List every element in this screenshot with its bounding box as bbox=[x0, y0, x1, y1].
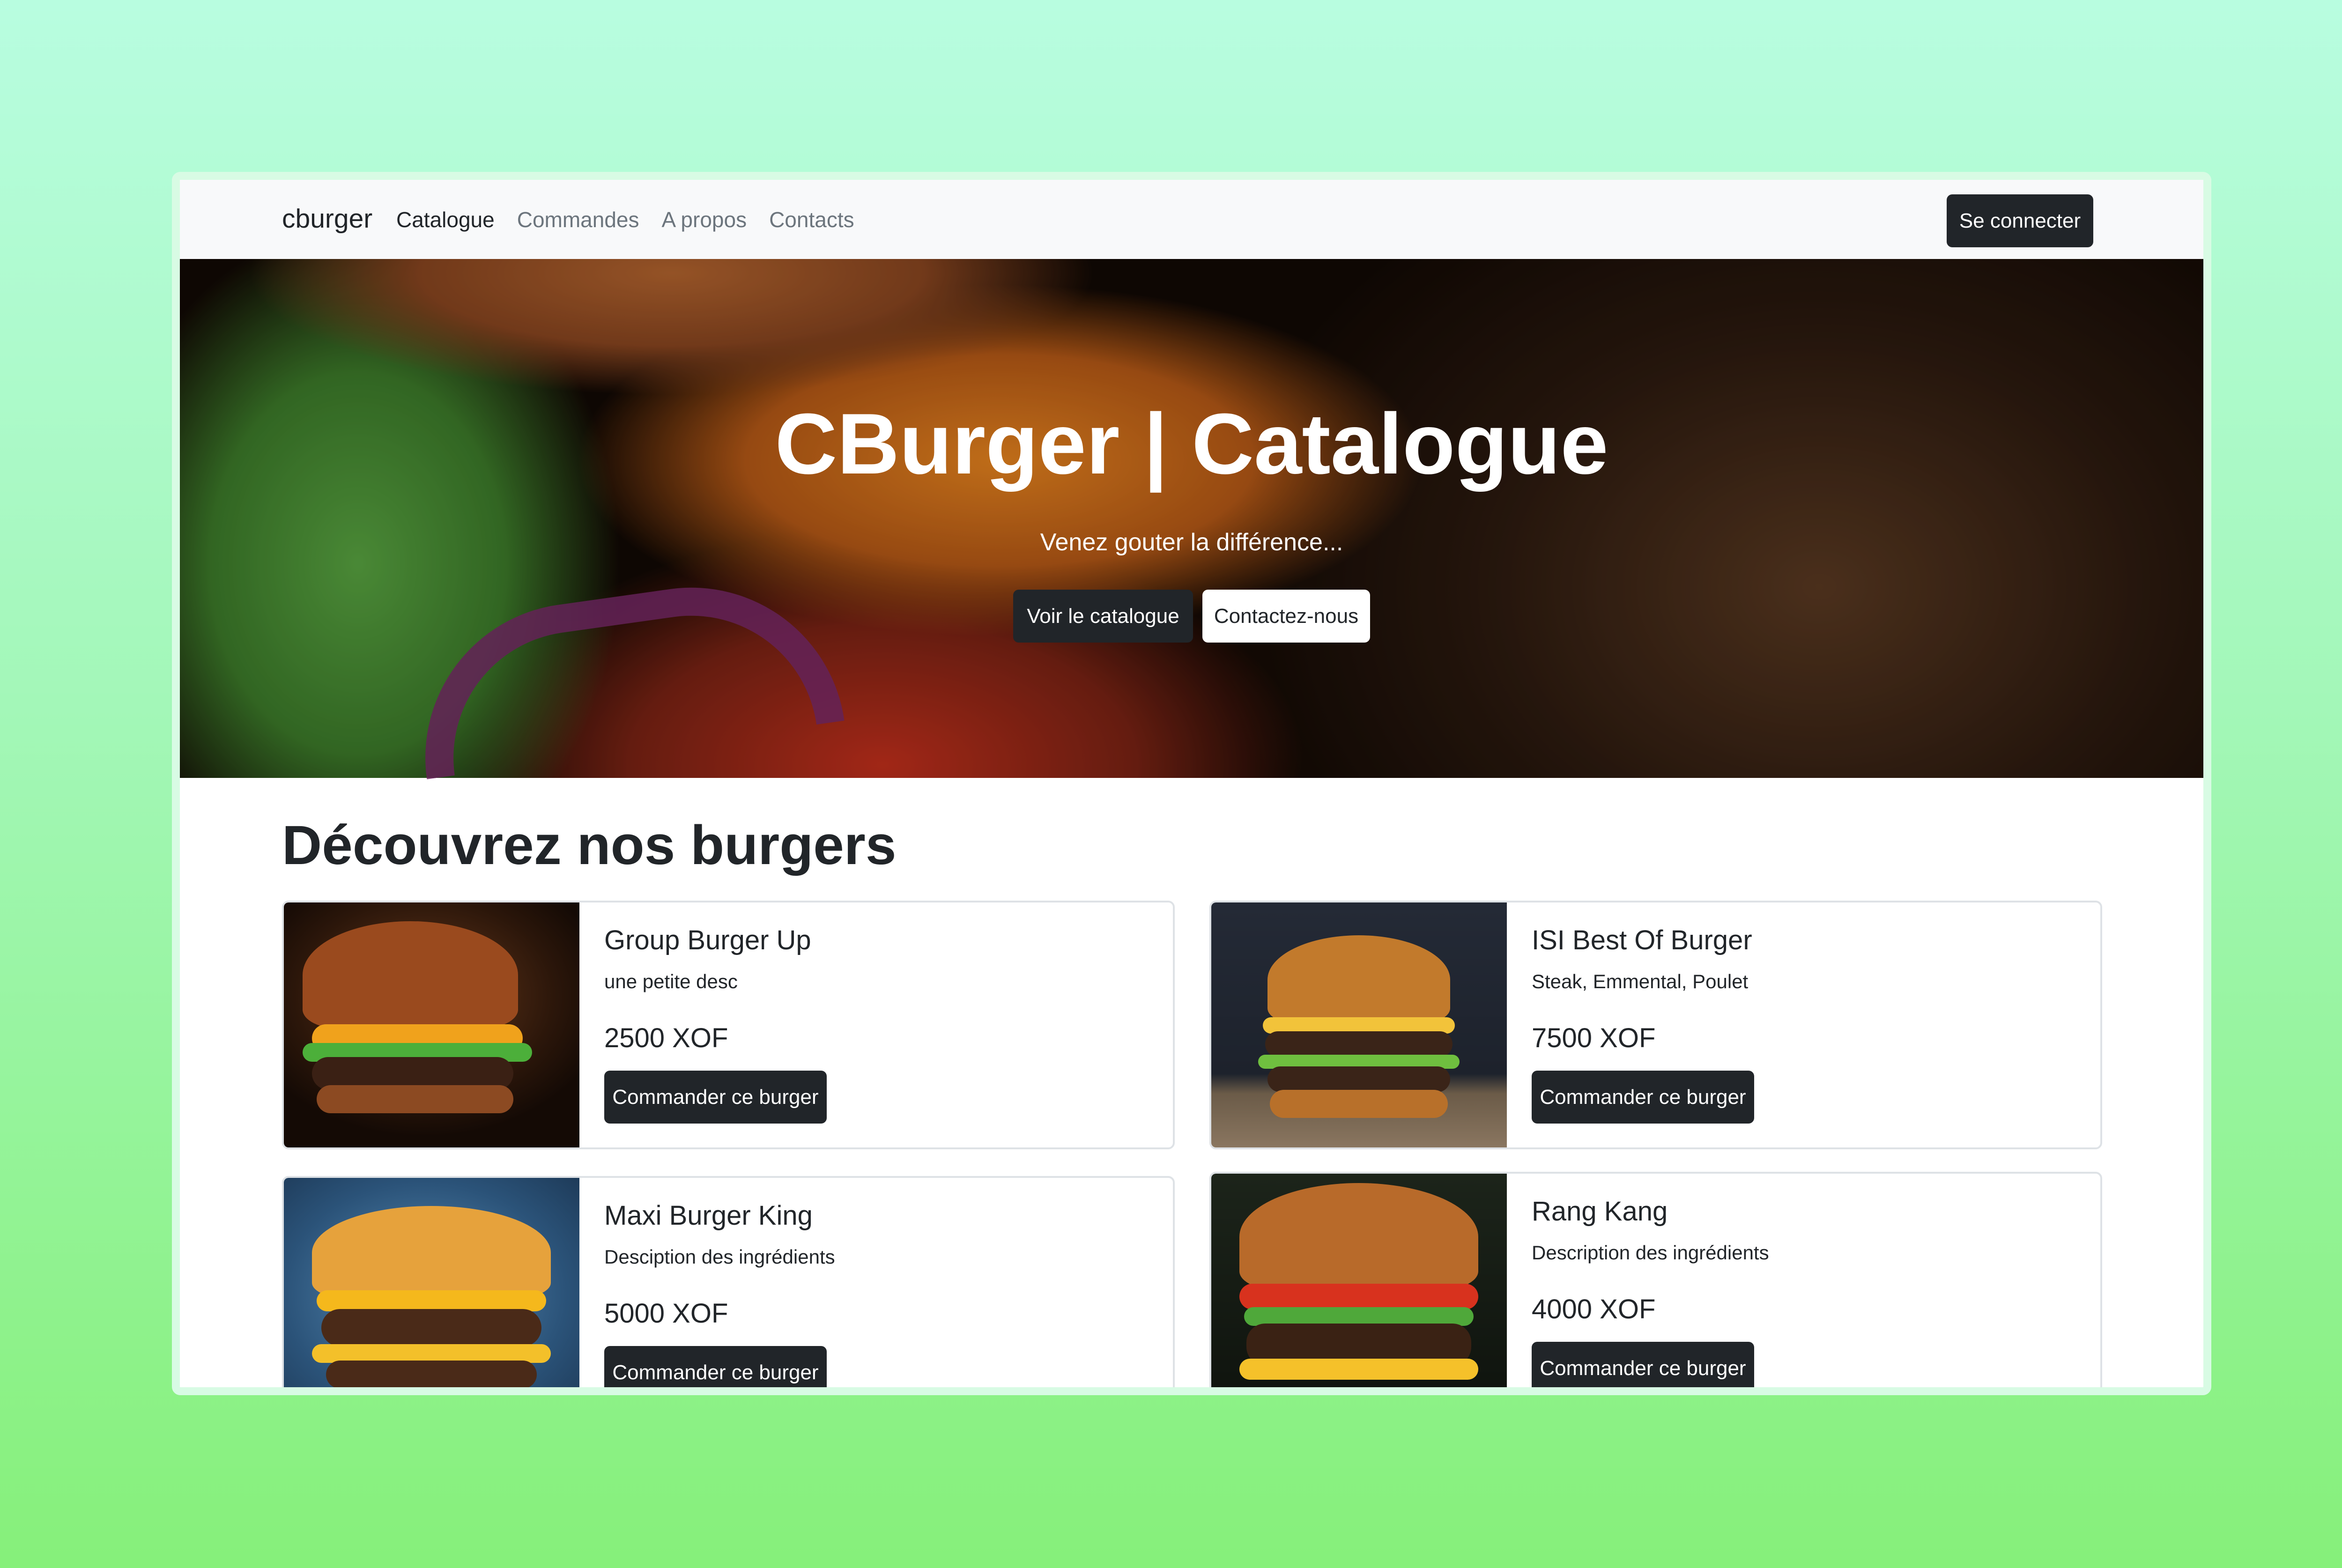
nav-link-commandes[interactable]: Commandes bbox=[517, 207, 639, 232]
burger-price: 2500 XOF bbox=[604, 1023, 728, 1053]
burger-price: 5000 XOF bbox=[604, 1298, 728, 1329]
burger-price: 7500 XOF bbox=[1532, 1023, 1656, 1053]
burger-price: 4000 XOF bbox=[1532, 1294, 1656, 1324]
burger-description: Desciption des ingrédients bbox=[604, 1246, 835, 1268]
brand-logo[interactable]: cburger bbox=[282, 203, 372, 234]
burger-image bbox=[1211, 902, 1507, 1147]
burger-card: Group Burger Up une petite desc 2500 XOF… bbox=[282, 901, 1175, 1149]
burger-card: ISI Best Of Burger Steak, Emmental, Poul… bbox=[1209, 901, 2102, 1149]
nav-link-contacts[interactable]: Contacts bbox=[769, 207, 854, 232]
burger-name: Group Burger Up bbox=[604, 925, 811, 955]
burger-description: Description des ingrédients bbox=[1532, 1242, 1769, 1264]
login-button[interactable]: Se connecter bbox=[1947, 194, 2093, 247]
order-burger-button[interactable]: Commander ce burger bbox=[604, 1346, 827, 1387]
burger-image bbox=[284, 902, 579, 1147]
nav-link-catalogue[interactable]: Catalogue bbox=[396, 207, 495, 232]
burger-card: Rang Kang Description des ingrédients 40… bbox=[1209, 1172, 2102, 1387]
section-title: Découvrez nos burgers bbox=[282, 814, 897, 876]
view-catalogue-button[interactable]: Voir le catalogue bbox=[1013, 590, 1193, 643]
burger-image bbox=[1211, 1174, 1507, 1387]
hero-subtitle: Venez gouter la différence... bbox=[1040, 529, 1343, 556]
contact-us-button[interactable]: Contactez-nous bbox=[1202, 590, 1370, 643]
burger-name: Rang Kang bbox=[1532, 1196, 1668, 1227]
hero-banner: CBurger | Catalogue Venez gouter la diff… bbox=[180, 259, 2203, 780]
burger-image bbox=[284, 1178, 579, 1387]
nav-link-a-propos[interactable]: A propos bbox=[662, 207, 747, 232]
navbar: cburger Catalogue Commandes A propos Con… bbox=[180, 180, 2203, 259]
burger-description: une petite desc bbox=[604, 970, 738, 992]
burger-card: Maxi Burger King Desciption des ingrédie… bbox=[282, 1176, 1175, 1387]
hero-actions: Voir le catalogue Contactez-nous bbox=[180, 590, 2203, 643]
burger-name: Maxi Burger King bbox=[604, 1200, 813, 1231]
order-burger-button[interactable]: Commander ce burger bbox=[604, 1071, 827, 1124]
order-burger-button[interactable]: Commander ce burger bbox=[1532, 1071, 1754, 1124]
hero-title: CBurger | Catalogue bbox=[775, 395, 1608, 492]
order-burger-button[interactable]: Commander ce burger bbox=[1532, 1342, 1754, 1387]
nav-links: Catalogue Commandes A propos Contacts bbox=[396, 207, 854, 232]
burger-description: Steak, Emmental, Poulet bbox=[1532, 970, 1749, 992]
hero-overlay bbox=[180, 259, 2203, 778]
burger-name: ISI Best Of Burger bbox=[1532, 925, 1752, 955]
browser-window: cburger Catalogue Commandes A propos Con… bbox=[172, 172, 2211, 1395]
